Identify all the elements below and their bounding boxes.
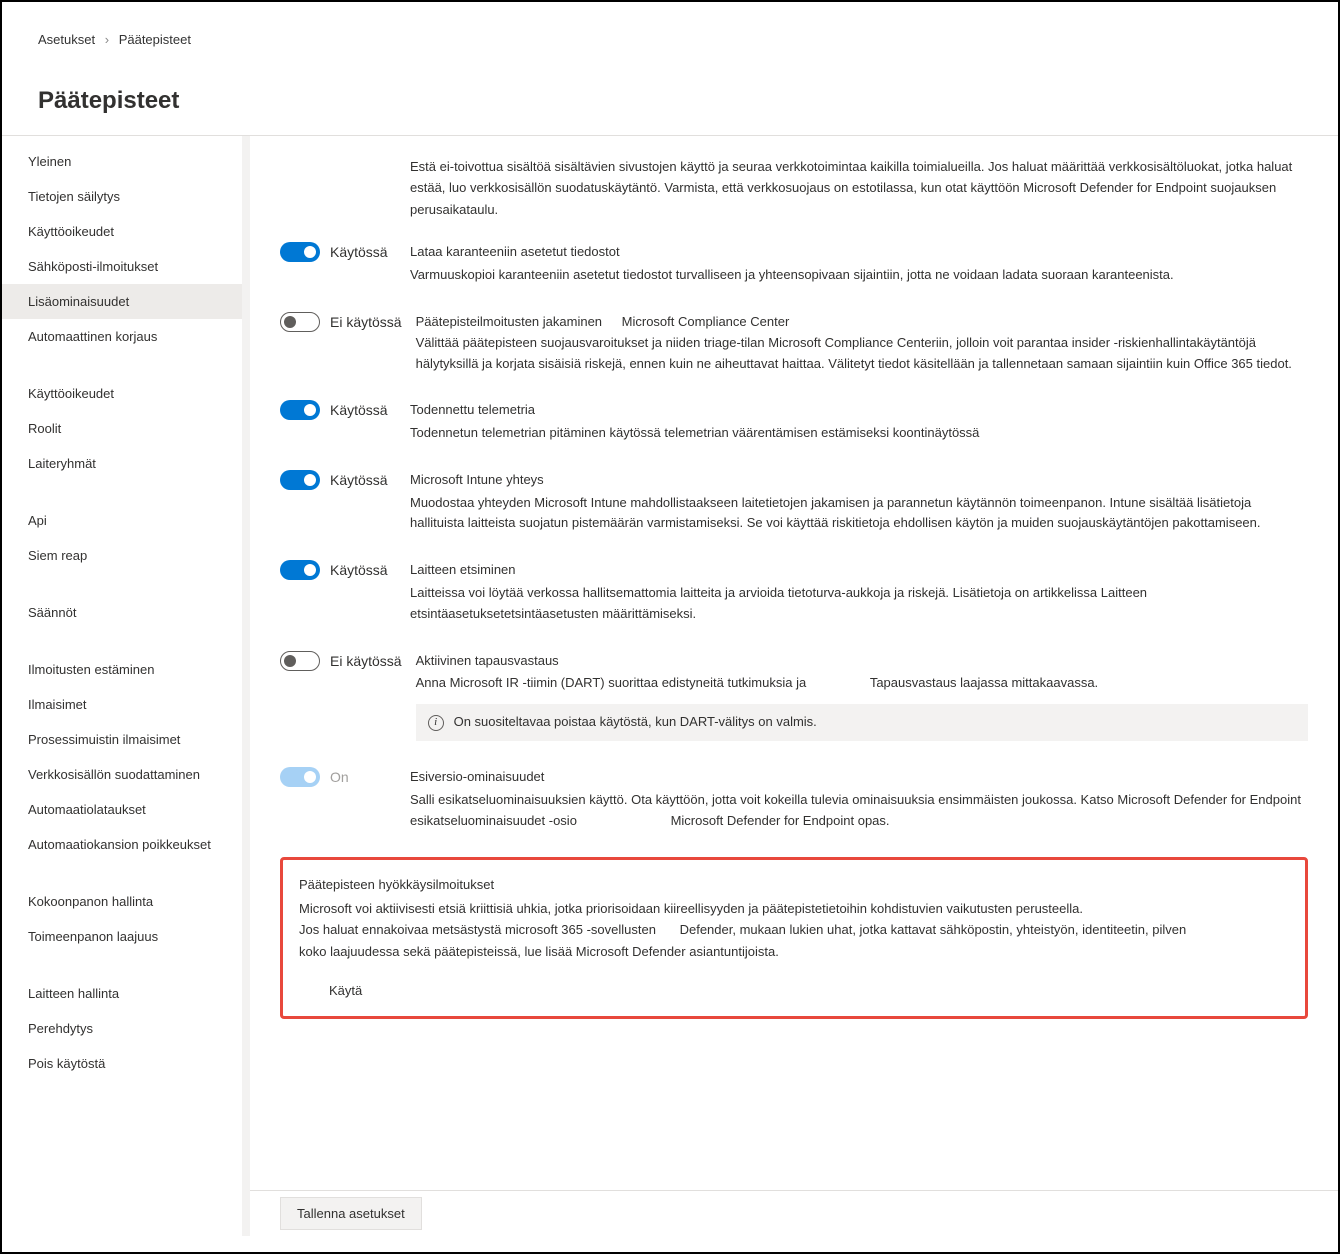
setting-title: Aktiivinen tapausvastaus <box>416 651 1308 672</box>
save-button[interactable]: Tallenna asetukset <box>280 1197 422 1230</box>
sidebar-item[interactable]: Automaattinen korjaus <box>2 319 242 354</box>
sidebar-item[interactable]: Käyttöoikeudet <box>2 376 242 411</box>
sidebar-item[interactable]: Api <box>2 503 242 538</box>
toggle-auth-telemetry[interactable] <box>280 400 320 420</box>
toggle-preview-features <box>280 767 320 787</box>
sidebar-item[interactable]: Pois käytöstä <box>2 1046 242 1081</box>
setting-desc: Salli esikatseluominaisuuksien käyttö. O… <box>410 790 1308 832</box>
setting-desc-right: Microsoft Defender for Endpoint opas. <box>671 813 890 828</box>
info-banner-text: On suositeltavaa poistaa käytöstä, kun D… <box>454 712 817 733</box>
sidebar: YleinenTietojen säilytysKäyttöoikeudetSä… <box>2 136 250 1236</box>
sidebar-item[interactable]: Tietojen säilytys <box>2 179 242 214</box>
setting-title: Esiversio-ominaisuudet <box>410 767 1308 788</box>
highlight-text: Defender, mukaan lukien uhat, jotka katt… <box>680 922 1187 937</box>
sidebar-item[interactable]: Lisäominaisuudet <box>2 284 242 319</box>
sidebar-item[interactable]: Ilmaisimet <box>2 687 242 722</box>
content-area: Estä ei-toivottua sisältöä sisältävien s… <box>250 136 1338 1236</box>
setting-intune: Käytössä Microsoft Intune yhteys Muodost… <box>280 470 1308 534</box>
sidebar-item[interactable]: Käyttöoikeudet <box>2 214 242 249</box>
setting-desc: Todennetun telemetrian pitäminen käytöss… <box>410 423 1308 444</box>
sidebar-item[interactable]: Sähköposti-ilmoitukset <box>2 249 242 284</box>
setting-active-response: Ei käytössä Aktiivinen tapausvastaus Ann… <box>280 651 1308 741</box>
breadcrumb-current: Päätepisteet <box>119 32 191 47</box>
toggle-label: Ei käytössä <box>330 314 402 330</box>
setting-desc-right: Tapausvastaus laajassa mittakaavassa. <box>870 675 1098 690</box>
setting-device-discovery: Käytössä Laitteen etsiminen Laitteissa v… <box>280 560 1308 624</box>
sidebar-item[interactable]: Laitteen hallinta <box>2 976 242 1011</box>
setting-desc: Välittää päätepisteen suojausvaroitukset… <box>416 333 1308 375</box>
setting-desc: Varmuuskopioi karanteeniin asetetut tied… <box>410 265 1308 286</box>
setting-desc: Laitteissa voi löytää verkossa hallitsem… <box>410 583 1308 625</box>
sidebar-item[interactable]: Perehdytys <box>2 1011 242 1046</box>
footer-bar: Tallenna asetukset <box>250 1190 1338 1236</box>
setting-title: Päätepisteilmoitusten jakaminen <box>416 314 602 329</box>
setting-title: Microsoft Intune yhteys <box>410 470 1308 491</box>
toggle-active-response[interactable] <box>280 651 320 671</box>
sidebar-item[interactable]: Prosessimuistin ilmaisimet <box>2 722 242 757</box>
toggle-label: Käytössä <box>330 244 388 260</box>
toggle-label: Ei käytössä <box>330 653 402 669</box>
setting-title: Lataa karanteeniin asetetut tiedostot <box>410 242 1308 263</box>
breadcrumb: Asetukset › Päätepisteet <box>2 2 1338 57</box>
highlight-line: koko laajuudessa sekä päätepisteissä, lu… <box>299 941 1289 962</box>
toggle-label: Käytössä <box>330 472 388 488</box>
toggle-device-discovery[interactable] <box>280 560 320 580</box>
sidebar-item[interactable]: Säännöt <box>2 595 242 630</box>
breadcrumb-root[interactable]: Asetukset <box>38 32 95 47</box>
setting-desc-line: Anna Microsoft IR -tiimin (DART) suoritt… <box>416 675 807 690</box>
toggle-download-quarantine[interactable] <box>280 242 320 262</box>
highlight-text: Jos haluat ennakoivaa metsästystä micros… <box>299 922 656 937</box>
toggle-label: Käytössä <box>330 562 388 578</box>
setting-title: Todennettu telemetria <box>410 400 1308 421</box>
intro-text: Estä ei-toivottua sisältöä sisältävien s… <box>280 156 1308 220</box>
setting-desc: Anna Microsoft IR -tiimin (DART) suoritt… <box>416 673 1308 694</box>
page-title: Päätepisteet <box>2 57 1338 136</box>
highlight-line: Microsoft voi aktiivisesti etsiä kriitti… <box>299 898 1289 919</box>
sidebar-item[interactable]: Kokoonpanon hallinta <box>2 884 242 919</box>
apply-button[interactable]: Käytä <box>299 980 1289 1001</box>
endpoint-attack-notifications-box: Päätepisteen hyökkäysilmoitukset Microso… <box>280 857 1308 1018</box>
chevron-right-icon: › <box>105 32 109 47</box>
setting-auth-telemetry: Käytössä Todennettu telemetria Todennetu… <box>280 400 1308 444</box>
setting-preview-features: On Esiversio-ominaisuudet Salli esikatse… <box>280 767 1308 831</box>
sidebar-item[interactable]: Toimeenpanon laajuus <box>2 919 242 954</box>
info-icon: i <box>428 715 444 731</box>
toggle-label: Käytössä <box>330 402 388 418</box>
highlight-title: Päätepisteen hyökkäysilmoitukset <box>299 874 1289 895</box>
setting-title: Laitteen etsiminen <box>410 560 1308 581</box>
info-banner: i On suositeltavaa poistaa käytöstä, kun… <box>416 704 1308 741</box>
toggle-intune[interactable] <box>280 470 320 490</box>
setting-share-alerts: Ei käytössä Päätepisteilmoitusten jakami… <box>280 312 1308 374</box>
setting-download-quarantine: Käytössä Lataa karanteeniin asetetut tie… <box>280 242 1308 286</box>
sidebar-item[interactable]: Ilmoitusten estäminen <box>2 652 242 687</box>
sidebar-item[interactable]: Automaatiolataukset <box>2 792 242 827</box>
sidebar-item[interactable]: Siem reap <box>2 538 242 573</box>
toggle-label: On <box>330 769 349 785</box>
toggle-share-alerts[interactable] <box>280 312 320 332</box>
sidebar-item[interactable]: Laiteryhmät <box>2 446 242 481</box>
highlight-line: Jos haluat ennakoivaa metsästystä micros… <box>299 919 1289 940</box>
setting-desc: Muodostaa yhteyden Microsoft Intune mahd… <box>410 493 1308 535</box>
sidebar-item[interactable]: Verkkosisällön suodattaminen <box>2 757 242 792</box>
sidebar-item[interactable]: Yleinen <box>2 144 242 179</box>
setting-title-extra: Microsoft Compliance Center <box>622 314 790 329</box>
sidebar-item[interactable]: Roolit <box>2 411 242 446</box>
sidebar-item[interactable]: Automaatiokansion poikkeukset <box>2 827 242 862</box>
